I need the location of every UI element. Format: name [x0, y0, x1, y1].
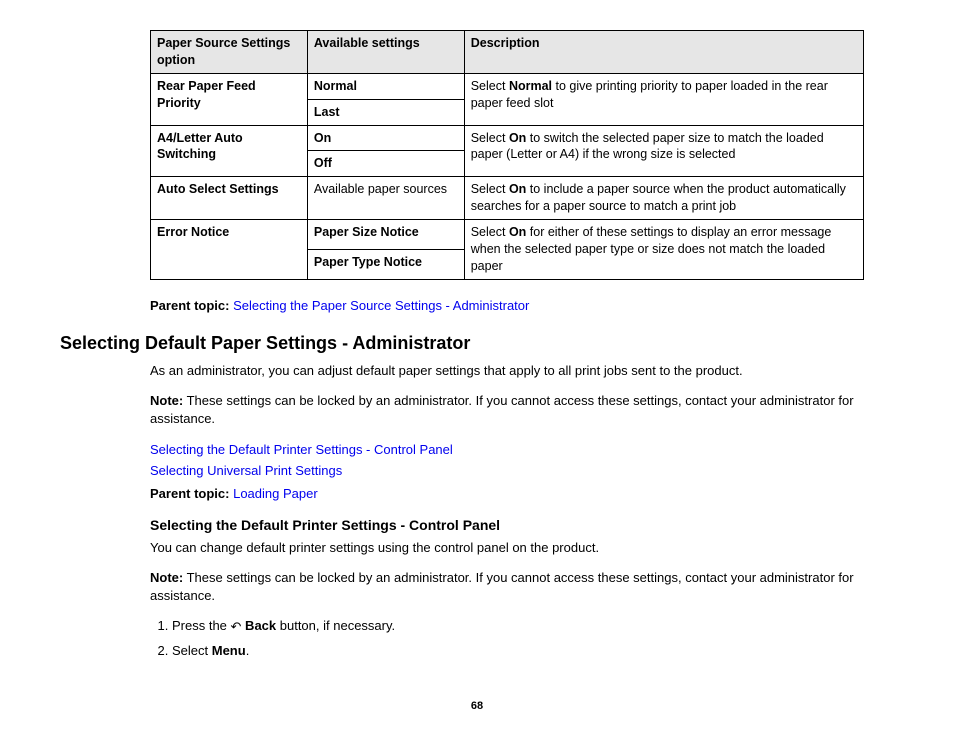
setting-cell: Paper Size Notice: [307, 220, 464, 250]
desc-cell: Select Normal to give printing priority …: [464, 73, 863, 125]
step-1: Press the ↶ Back button, if necessary.: [172, 617, 894, 636]
option-cell: Rear Paper Feed Priority: [151, 73, 308, 125]
note-paragraph-2: Note: These settings can be locked by an…: [150, 569, 894, 605]
link-universal-print-settings[interactable]: Selecting Universal Print Settings: [150, 463, 342, 478]
settings-table: Paper Source Settings option Available s…: [150, 30, 864, 280]
back-icon: ↶: [231, 618, 242, 636]
option-cell: Error Notice: [151, 220, 308, 280]
setting-cell: Last: [307, 99, 464, 125]
col-header-option: Paper Source Settings option: [151, 31, 308, 74]
parent-topic-link-2[interactable]: Loading Paper: [233, 486, 318, 501]
step-2: Select Menu.: [172, 642, 894, 660]
parent-topic-link-1[interactable]: Selecting the Paper Source Settings - Ad…: [233, 298, 529, 313]
note-paragraph-1: Note: These settings can be locked by an…: [150, 392, 894, 428]
parent-topic-2: Parent topic: Loading Paper: [150, 486, 894, 501]
setting-cell: On: [307, 125, 464, 151]
page-number: 68: [60, 700, 894, 712]
setting-cell: Paper Type Notice: [307, 249, 464, 279]
heading-default-printer-control-panel: Selecting the Default Printer Settings -…: [150, 517, 894, 533]
option-cell: A4/Letter Auto Switching: [151, 125, 308, 177]
col-header-description: Description: [464, 31, 863, 74]
heading-default-paper-settings: Selecting Default Paper Settings - Admin…: [60, 333, 894, 354]
desc-cell: Select On to include a paper source when…: [464, 177, 863, 220]
desc-cell: Select On to switch the selected paper s…: [464, 125, 863, 177]
setting-cell: Available paper sources: [307, 177, 464, 220]
parent-topic-1: Parent topic: Selecting the Paper Source…: [150, 298, 894, 313]
option-cell: Auto Select Settings: [151, 177, 308, 220]
link-default-printer-settings[interactable]: Selecting the Default Printer Settings -…: [150, 442, 453, 457]
setting-cell: Normal: [307, 73, 464, 99]
steps-list: Press the ↶ Back button, if necessary. S…: [150, 617, 894, 660]
setting-cell: Off: [307, 151, 464, 177]
intro-paragraph: As an administrator, you can adjust defa…: [150, 362, 894, 380]
col-header-settings: Available settings: [307, 31, 464, 74]
desc-cell: Select On for either of these settings t…: [464, 220, 863, 280]
intro-paragraph-2: You can change default printer settings …: [150, 539, 894, 557]
